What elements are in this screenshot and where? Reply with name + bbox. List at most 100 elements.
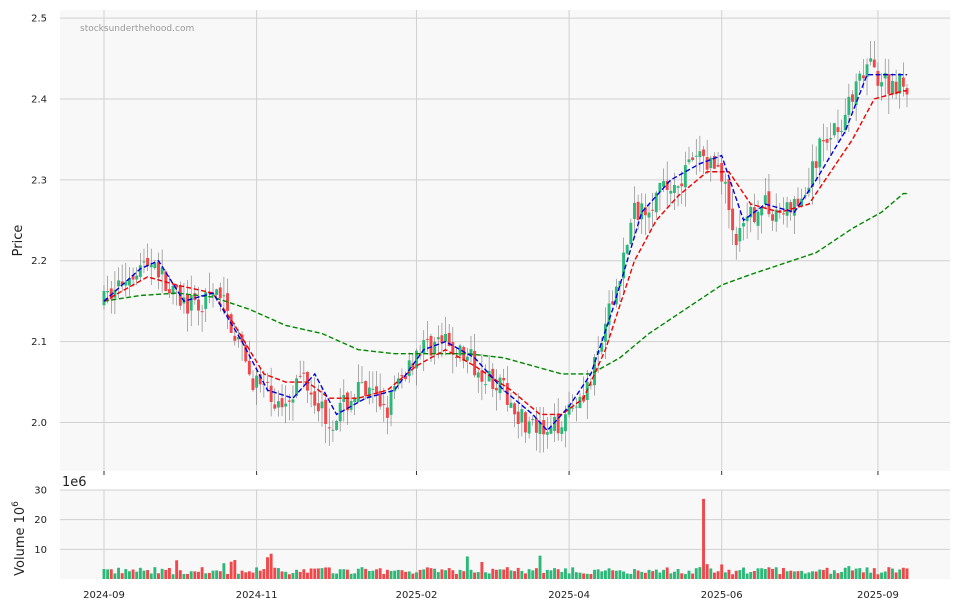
candle-body [647, 212, 651, 218]
candle-body [752, 207, 756, 223]
volume-bar [538, 555, 542, 579]
volume-bar [680, 573, 684, 579]
volume-bar [705, 564, 709, 579]
candle-body [513, 403, 517, 415]
volume-bar [291, 573, 295, 579]
volume-bar [534, 568, 538, 579]
volume-bar [124, 569, 128, 579]
candle-body [858, 73, 862, 81]
candle-body [106, 290, 110, 293]
candle-body [814, 161, 818, 168]
volume-bar [378, 568, 382, 579]
volume-bar [883, 571, 887, 579]
candle-body [349, 400, 353, 410]
volume-bar [865, 567, 869, 579]
candle-body [473, 350, 477, 376]
volume-bar [792, 571, 796, 579]
candle-body [200, 311, 204, 313]
candle-body [545, 432, 549, 435]
candle-body [534, 418, 538, 433]
candle-body [763, 195, 767, 205]
candle-body [694, 155, 698, 157]
candle-body [233, 335, 237, 341]
volume-bar [654, 569, 658, 579]
candle-body [102, 290, 106, 306]
volume-bar [651, 571, 655, 579]
volume-bar [142, 570, 146, 579]
volume-bar [491, 568, 495, 579]
volume-bar [658, 572, 662, 579]
candle-body [673, 185, 676, 193]
x-tick-label: 2025-06 [701, 590, 743, 601]
volume-bar [338, 569, 342, 579]
volume-bar [298, 571, 302, 579]
volume-bar [498, 569, 502, 579]
candle-body [316, 403, 320, 412]
volume-bar [375, 569, 378, 579]
volume-y-ticks: 10 20 30 [34, 486, 47, 556]
candle-body [465, 356, 469, 361]
volume-bar [665, 567, 669, 579]
volume-bar [197, 571, 200, 579]
volume-bar [120, 573, 124, 579]
candle-body [847, 96, 851, 115]
volume-bar [589, 574, 593, 579]
volume-bar [131, 569, 135, 579]
volume-bar [563, 568, 567, 579]
volume-bar [284, 571, 288, 579]
volume-bar [240, 570, 244, 579]
candle-body [491, 368, 495, 390]
volume-bar [458, 569, 462, 579]
candle-body [563, 414, 567, 432]
candle-body [821, 140, 825, 142]
volume-bar [484, 572, 487, 579]
price-y-tick-label: 2.0 [31, 418, 47, 429]
candle-body [291, 399, 295, 403]
volume-bar [843, 567, 847, 579]
candle-body [625, 244, 629, 254]
candle-body [124, 281, 128, 286]
candle-body [244, 344, 248, 362]
volume-bar [244, 572, 248, 579]
volume-bar [618, 570, 622, 579]
volume-bar [669, 573, 673, 579]
candle-body [880, 82, 884, 87]
volume-bar [752, 570, 756, 579]
candle-body [273, 404, 277, 409]
volume-bar [255, 567, 259, 579]
watermark: stocksunderthehood.com [80, 24, 194, 34]
volume-bar [738, 570, 742, 579]
volume-bar [167, 567, 171, 579]
candle-body [680, 183, 684, 187]
volume-bar [847, 566, 851, 579]
candle-body [669, 190, 673, 194]
candle-body [400, 374, 404, 377]
candle-body [687, 159, 691, 163]
candle-body [872, 59, 876, 68]
volume-bar [418, 569, 422, 579]
volume-bar [360, 567, 364, 579]
candle-body [502, 377, 506, 381]
volume-bar [309, 568, 313, 579]
volume-bar [520, 570, 524, 579]
volume-bar [901, 567, 905, 579]
volume-bar [840, 571, 844, 579]
volume-bar [469, 569, 473, 579]
candle-body [524, 412, 527, 433]
volume-bar [193, 571, 197, 579]
volume-bar [138, 567, 142, 579]
volume-bar [353, 573, 357, 579]
candle-body [861, 75, 865, 79]
volume-bar [429, 568, 433, 579]
volume-y-tick-label: 30 [34, 486, 47, 497]
price-panel: 2.0 2.1 2.2 2.3 2.4 2.5 stocksunderthehood.co… [11, 10, 950, 471]
volume-y-tick-label: 10 [34, 545, 47, 556]
volume-bar [800, 570, 804, 579]
volume-bar [447, 568, 451, 579]
volume-bar [411, 573, 415, 579]
volume-bar [858, 568, 862, 579]
volume-bar [247, 571, 251, 579]
volume-bar [683, 573, 687, 579]
candle-body [494, 387, 498, 391]
volume-bar [872, 568, 876, 579]
